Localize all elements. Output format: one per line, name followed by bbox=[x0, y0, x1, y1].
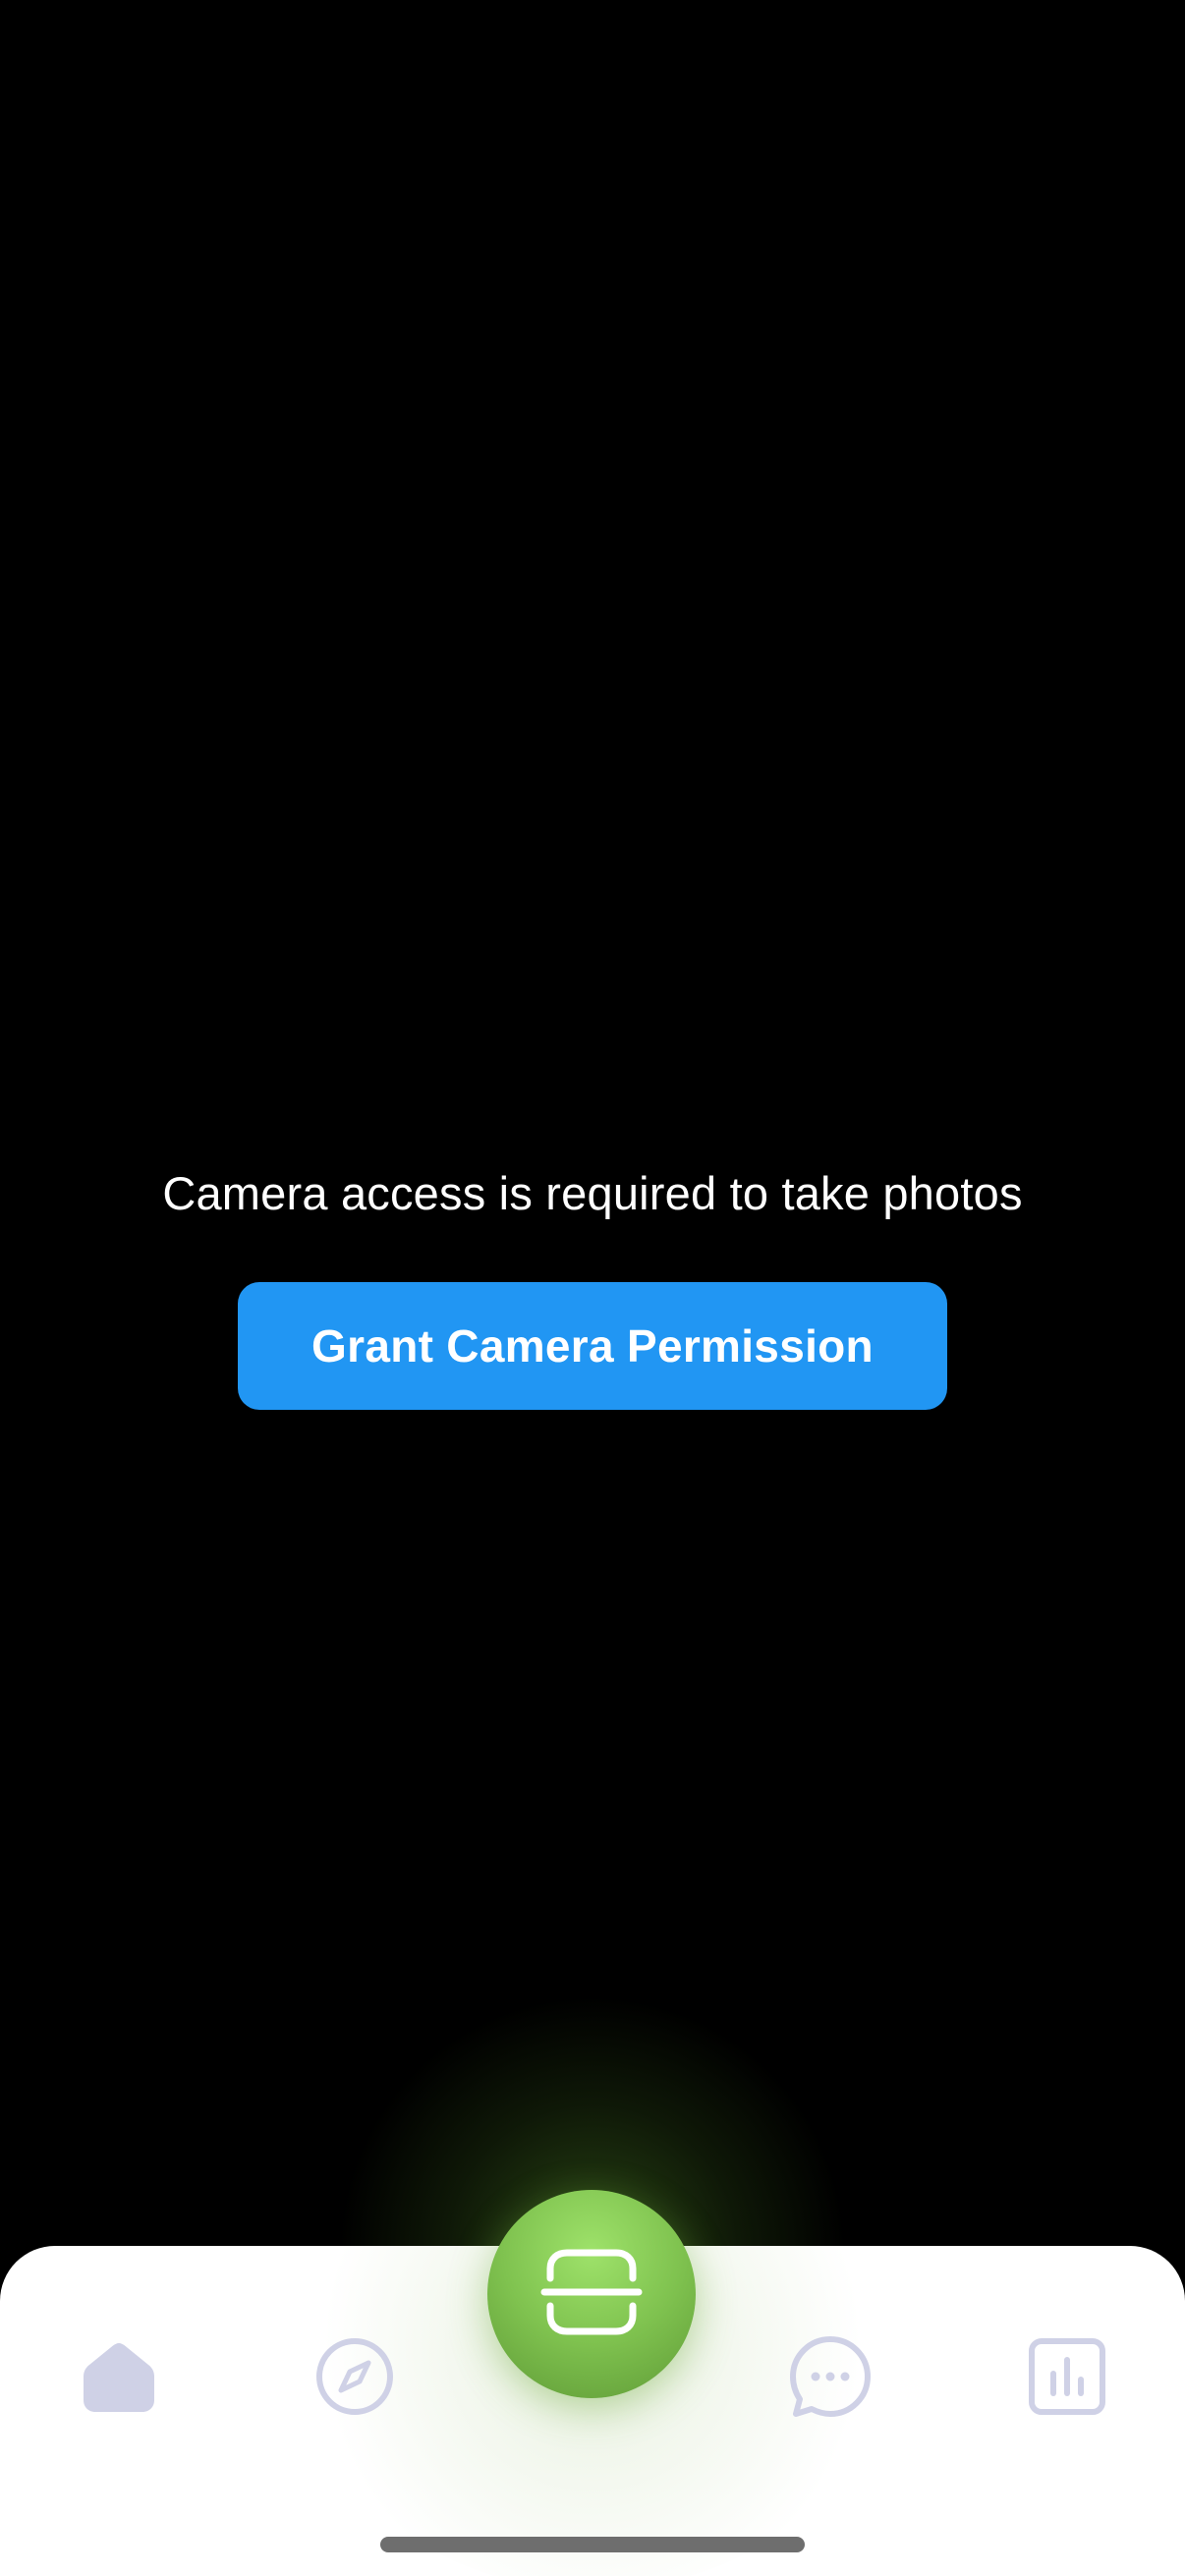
tab-chat[interactable] bbox=[786, 2332, 875, 2421]
tab-home[interactable] bbox=[75, 2332, 163, 2421]
grant-camera-permission-button[interactable]: Grant Camera Permission bbox=[238, 1282, 947, 1410]
home-indicator bbox=[380, 2537, 805, 2552]
scan-icon bbox=[540, 2241, 643, 2348]
scan-button[interactable] bbox=[487, 2190, 696, 2398]
chat-bubble-icon bbox=[788, 2334, 873, 2419]
camera-permission-message: Camera access is required to take photos bbox=[162, 1167, 1023, 1219]
home-icon bbox=[80, 2337, 158, 2416]
bar-chart-icon bbox=[1027, 2336, 1107, 2417]
tab-statistics[interactable] bbox=[1023, 2332, 1111, 2421]
compass-icon bbox=[314, 2336, 395, 2417]
tab-explore[interactable] bbox=[310, 2332, 399, 2421]
